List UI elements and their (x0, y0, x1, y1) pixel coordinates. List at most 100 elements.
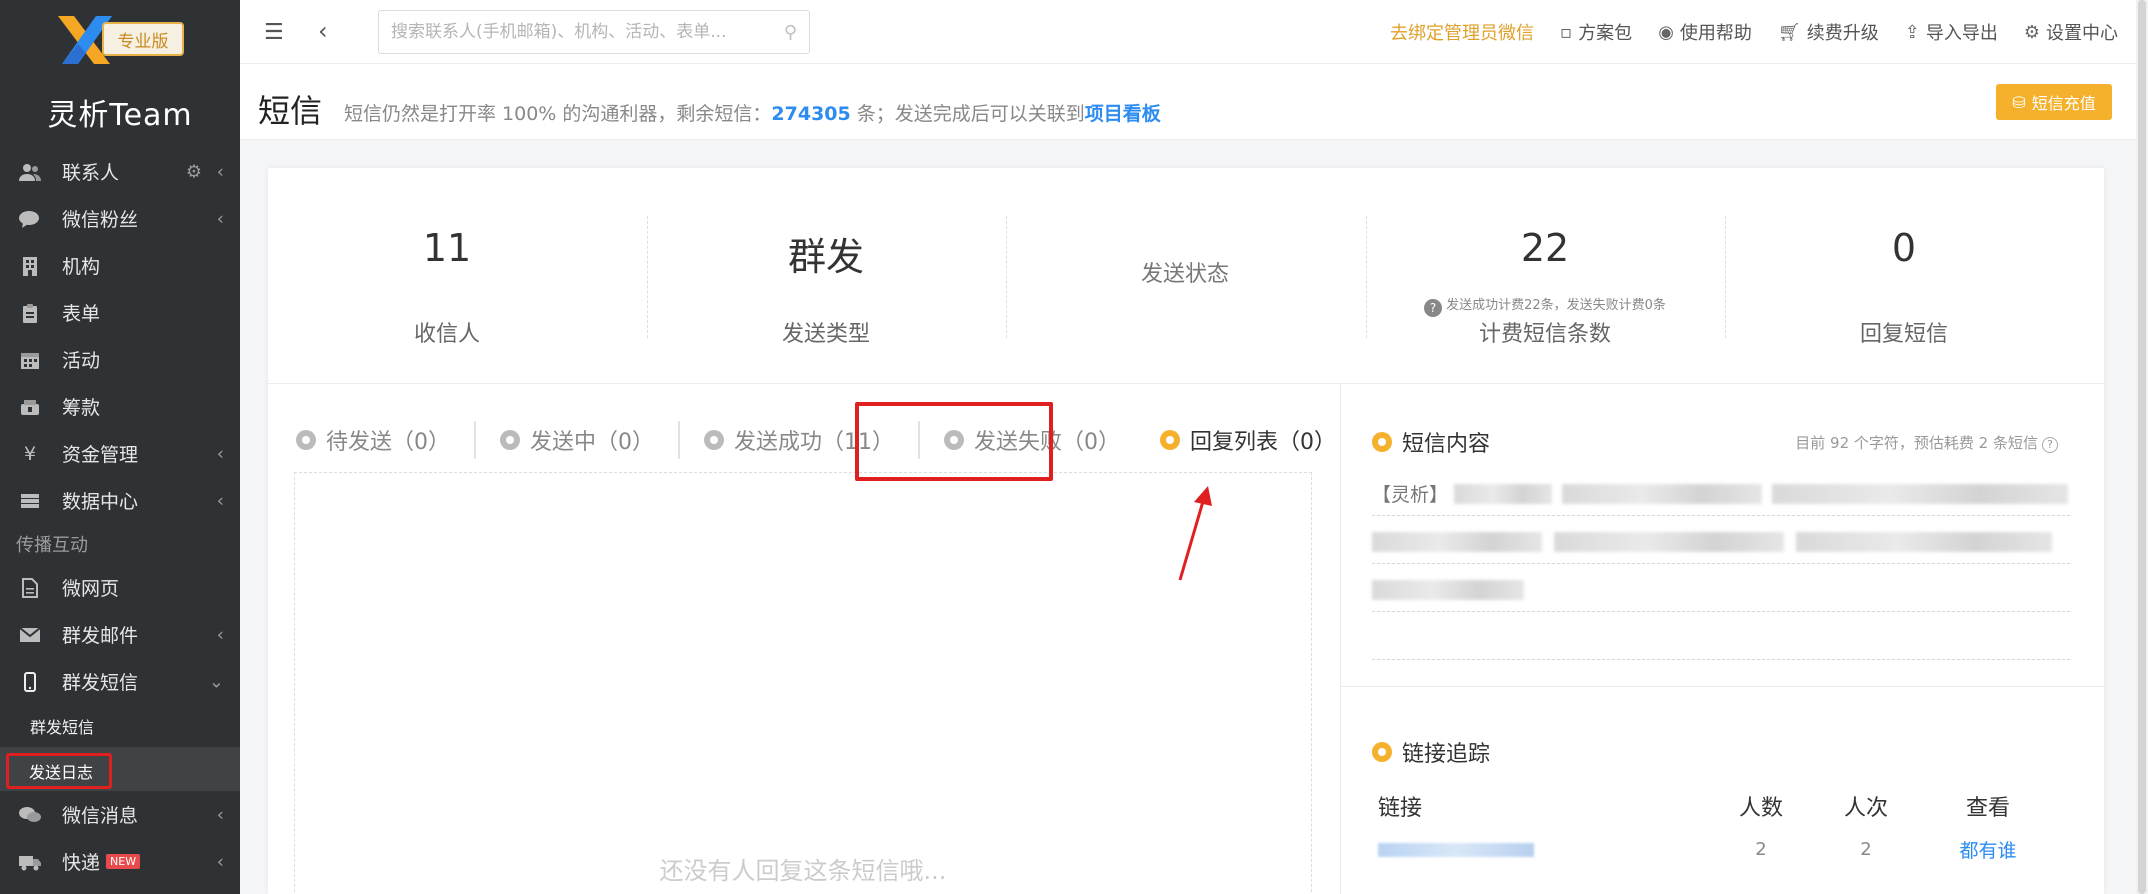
tab-sending[interactable]: 发送中（0） (500, 420, 678, 460)
arrow-icon (1178, 486, 1212, 581)
stat-recipients: 11 收信人 (268, 168, 626, 384)
upload-icon: ⇪ (1904, 21, 1920, 43)
column-header: 人次 (1843, 796, 1888, 821)
panel-title-text: 短信内容 (1402, 432, 1491, 457)
sms-line (1372, 516, 2070, 564)
tracked-link[interactable] (1378, 839, 1708, 860)
truck-icon (18, 850, 42, 874)
stat-label: 收信人 (413, 322, 480, 347)
sidebar-item-label: 微网页 (62, 578, 120, 600)
help-link[interactable]: ◉ 使用帮助 (1658, 19, 1752, 45)
sidebar-item-micro-page[interactable]: 微网页 (0, 564, 240, 611)
calendar-icon (18, 348, 42, 372)
sidebar-section-label: 传播互动 (16, 535, 88, 556)
wechat-icon (18, 207, 42, 231)
database-icon (18, 489, 42, 513)
sidebar-item-label: 群发邮件 (62, 625, 139, 647)
sidebar-item-express[interactable]: 快递 NEW ‹ (0, 838, 240, 885)
scrollbar[interactable] (2136, 0, 2148, 894)
sidebar-item-forms[interactable]: 表单 (0, 289, 240, 336)
stat-status-text: 发送状态 (1140, 262, 1229, 287)
sidebar-item-mass-email[interactable]: 群发邮件 ‹ (0, 611, 240, 658)
sms-recharge-button[interactable]: ⛁ 短信充值 (1996, 84, 2112, 120)
question-icon[interactable]: ? (2042, 437, 2058, 453)
gear-icon[interactable]: ⚙ (186, 161, 202, 182)
stat-value: 群发 (787, 235, 864, 279)
chevron-left-icon: ‹ (216, 208, 224, 229)
reply-list-panel: 还没有人回复这条短信哦... (294, 472, 1312, 894)
sidebar-item-data-center[interactable]: 数据中心 ‹ (0, 477, 240, 524)
app-logo[interactable]: 专业版 (56, 14, 186, 66)
bind-wechat-link[interactable]: 去绑定管理员微信 (1390, 19, 1534, 45)
visitor-count: 2 (1755, 838, 1767, 860)
sidebar-item-fundraising[interactable]: 筹款 (0, 383, 240, 430)
sidebar-item-label: 微信消息 (62, 805, 139, 827)
question-icon[interactable]: ? (1424, 299, 1443, 317)
settings-link[interactable]: ⚙ 设置中心 (2024, 19, 2118, 45)
stat-value: 11 (422, 226, 472, 270)
menu-icon[interactable]: ☰ (264, 20, 284, 45)
sidebar: 专业版 灵析Team 联系人 ⚙ ‹ 微信粉丝 ‹ 机构 表单 活动 筹款 ¥ … (0, 0, 240, 894)
sms-line: 【灵析】 (1372, 468, 2070, 516)
search-icon[interactable]: ⚲ (784, 22, 797, 43)
search-input[interactable] (391, 22, 784, 42)
stat-replies: 0 回复短信 (1725, 168, 2083, 384)
blurred-text (1454, 484, 1552, 504)
blurred-text (1772, 484, 2068, 504)
project-board-link[interactable]: 项目看板 (1085, 103, 1161, 125)
solution-pack-link[interactable]: ▫ 方案包 (1560, 19, 1632, 45)
donation-icon (18, 395, 42, 419)
tab-label: 待发送（0） (326, 430, 450, 455)
recharge-label: 短信充值 (2031, 94, 2096, 113)
tab-pending[interactable]: 待发送（0） (296, 420, 474, 460)
desc-mid: 条；发送完成后可以关联到 (850, 103, 1085, 125)
tab-reply-list[interactable]: 回复列表（0） (1160, 420, 1360, 460)
gear-icon: ⚙ (2023, 21, 2040, 43)
new-badge: NEW (106, 854, 141, 869)
yen-icon: ¥ (23, 442, 37, 465)
sidebar-item-wechat-fans[interactable]: 微信粉丝 ‹ (0, 195, 240, 242)
renew-link[interactable]: 🛒︎ 续费升级 (1778, 19, 1879, 45)
column-header: 人数 (1738, 796, 1783, 821)
settings-label: 设置中心 (2046, 23, 2118, 44)
cart-icon: 🛒︎ (1777, 21, 1801, 43)
radio-dot-icon (1160, 430, 1180, 450)
search-box: ⚲ (378, 10, 810, 54)
stat-send-status: 发送状态 (1006, 168, 1364, 384)
sidebar-item-contacts[interactable]: 联系人 ⚙ ‹ (0, 148, 240, 195)
page-description: 短信仍然是打开率 100% 的沟通利器，剩余短信：274305 条；发送完成后可… (344, 99, 1161, 126)
sidebar-item-events[interactable]: 活动 (0, 336, 240, 383)
import-export-label: 导入导出 (1925, 23, 1998, 44)
clipboard-icon (18, 301, 42, 325)
sms-meta: 目前 92 个字符，预估耗费 2 条短信? (1795, 432, 2058, 453)
chevron-left-icon[interactable]: ‹ (318, 17, 328, 45)
sidebar-item-label: 活动 (62, 350, 101, 372)
sidebar-item-mass-sms[interactable]: 群发短信 ⌄ (0, 658, 240, 705)
link-tracking-title: 链接追踪 (1372, 736, 1490, 768)
topbar: ☰ ‹ ⚲ 去绑定管理员微信 ▫方案包 ◉使用帮助 🛒︎续费升级 ⇪导入导出 ⚙… (240, 0, 2148, 64)
stat-billed-count: 22 ? 发送成功计费22条，发送失败计费0条 计费短信条数 (1366, 168, 1724, 384)
sidebar-item-label: 快递 (62, 852, 101, 874)
sidebar-item-label: 联系人 (62, 162, 120, 184)
scrollbar-thumb[interactable] (2138, 0, 2146, 894)
view-who-link[interactable]: 都有谁 (1918, 836, 2058, 863)
divider (1340, 686, 2104, 687)
tab-separator (678, 421, 680, 459)
help-icon: ◉ (1658, 21, 1674, 43)
sidebar-item-organizations[interactable]: 机构 (0, 242, 240, 289)
sms-line (1372, 612, 2070, 660)
blurred-link (1378, 842, 1534, 857)
reply-tab-highlight (855, 402, 1053, 481)
import-export-link[interactable]: ⇪ 导入导出 (1905, 19, 1998, 45)
sidebar-subitem-mass-sms[interactable]: 群发短信 (0, 705, 240, 747)
sidebar-subitem-send-log[interactable]: 发送日志 (0, 747, 240, 791)
status-tabs: 待发送（0） 发送中（0） 发送成功（11） 发送失败（0） 回复列表（0） (296, 408, 1360, 472)
sms-content-title: 短信内容 (1372, 426, 1490, 458)
sms-meta-text: 目前 92 个字符，预估耗费 2 条短信 (1795, 434, 2038, 452)
table-header: 链接 人数 人次 查看 (1378, 784, 2058, 828)
sidebar-item-wechat-messages[interactable]: 微信消息 ‹ (0, 791, 240, 838)
brand-name: 灵析Team (47, 98, 193, 133)
sidebar-item-label: 微信粉丝 (62, 209, 139, 231)
chevron-left-icon: ‹ (216, 804, 224, 825)
sidebar-item-finance[interactable]: ¥ 资金管理 ‹ (0, 430, 240, 477)
